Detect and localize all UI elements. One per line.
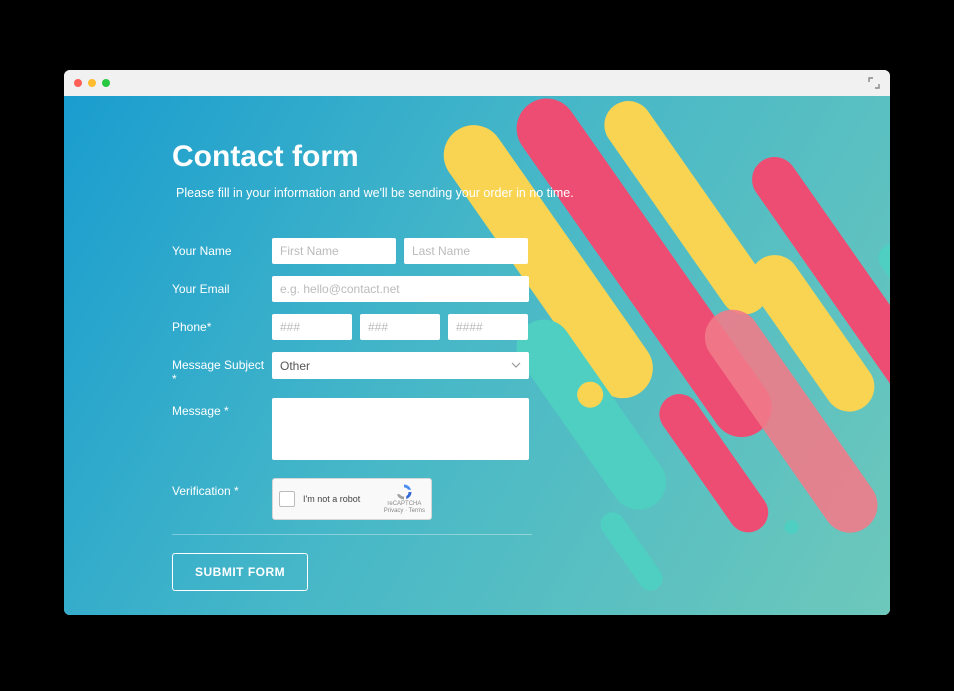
row-subject: Message Subject * Other: [172, 352, 890, 386]
label-message: Message *: [172, 398, 272, 418]
phone-area-input[interactable]: [272, 314, 352, 340]
label-subject: Message Subject *: [172, 352, 272, 386]
label-phone: Phone*: [172, 314, 272, 334]
label-name: Your Name: [172, 238, 272, 258]
close-window-icon[interactable]: [74, 79, 82, 87]
row-verification: Verification * I'm not a robot reCAPTCHA…: [172, 478, 890, 520]
contact-form: Contact form Please fill in your informa…: [64, 96, 890, 591]
recaptcha-legal: Privacy · Terms: [384, 508, 425, 515]
form-divider: [172, 534, 532, 535]
row-message: Message *: [172, 398, 890, 460]
label-verification: Verification *: [172, 478, 272, 498]
submit-button[interactable]: SUBMIT FORM: [172, 553, 308, 591]
window-controls: [74, 79, 110, 87]
first-name-input[interactable]: [272, 238, 396, 264]
browser-window: Contact form Please fill in your informa…: [64, 70, 890, 615]
last-name-input[interactable]: [404, 238, 528, 264]
maximize-window-icon[interactable]: [102, 79, 110, 87]
email-input[interactable]: [272, 276, 529, 302]
label-email: Your Email: [172, 276, 272, 296]
row-email: Your Email: [172, 276, 890, 302]
row-phone: Phone*: [172, 314, 890, 340]
recaptcha-logo: reCAPTCHA Privacy · Terms: [384, 483, 425, 514]
recaptcha-widget[interactable]: I'm not a robot reCAPTCHA Privacy · Term…: [272, 478, 432, 520]
chevron-down-icon: [511, 360, 521, 371]
expand-icon[interactable]: [868, 76, 880, 94]
page-title: Contact form: [172, 140, 890, 174]
subject-select[interactable]: Other: [272, 352, 529, 379]
subject-selected-value: Other: [280, 359, 310, 373]
row-name: Your Name: [172, 238, 890, 264]
minimize-window-icon[interactable]: [88, 79, 96, 87]
phone-prefix-input[interactable]: [360, 314, 440, 340]
message-textarea[interactable]: [272, 398, 529, 460]
recaptcha-text: I'm not a robot: [303, 494, 376, 504]
page-content: Contact form Please fill in your informa…: [64, 96, 890, 615]
recaptcha-brand: reCAPTCHA: [387, 501, 421, 508]
recaptcha-checkbox[interactable]: [279, 491, 295, 507]
page-subtitle: Please fill in your information and we'l…: [172, 186, 890, 200]
window-title-bar: [64, 70, 890, 96]
phone-line-input[interactable]: [448, 314, 528, 340]
